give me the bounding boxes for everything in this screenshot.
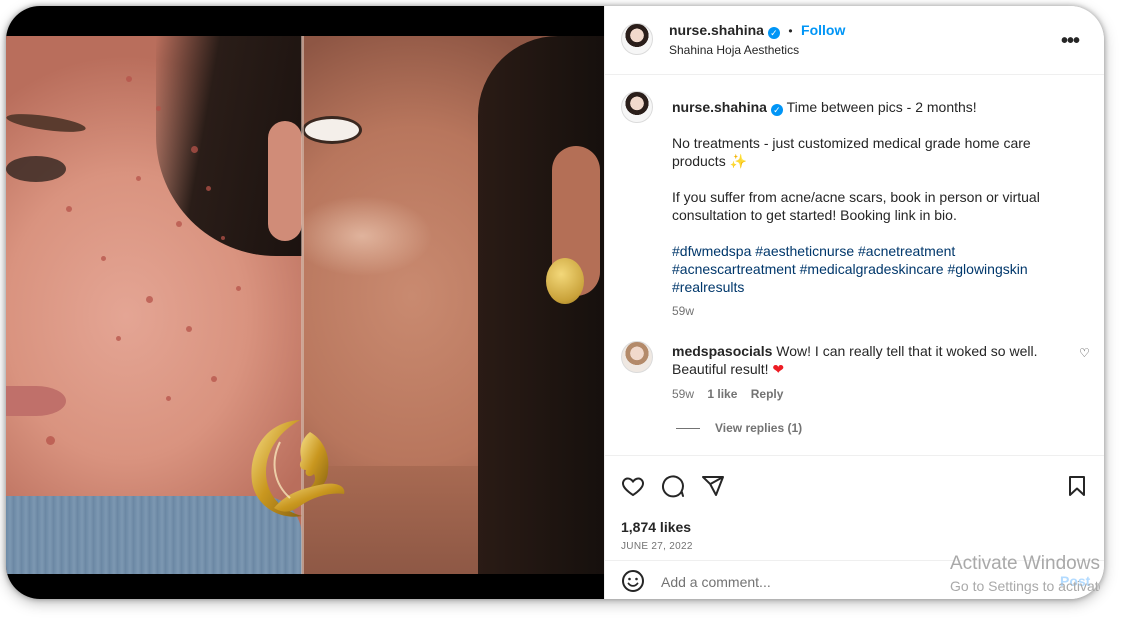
- action-bar: 1,874 likes JUNE 27, 2022: [605, 455, 1104, 561]
- view-replies-button[interactable]: View replies (1): [715, 421, 802, 435]
- post-date[interactable]: JUNE 27, 2022: [621, 541, 693, 552]
- comment-time[interactable]: 59w: [672, 387, 694, 401]
- gold-face-logo-icon: [251, 420, 345, 517]
- caption-line1: nurse.shahina ✓ Time between pics - 2 mon…: [672, 98, 1057, 116]
- red-heart-emoji-icon: ❤: [772, 361, 785, 377]
- hashtags-line1[interactable]: #dfwmedspa #aestheticnurse #acnetreatmen…: [672, 242, 1057, 260]
- save-bookmark-icon[interactable]: [1065, 474, 1089, 498]
- post-panel: nurse.shahina ✓ • Follow Shahina Hoja Aes…: [604, 6, 1104, 599]
- caption-username[interactable]: nurse.shahina: [672, 99, 767, 115]
- comment-likes[interactable]: 1 like: [707, 387, 737, 401]
- like-heart-icon[interactable]: [621, 474, 645, 498]
- caption-avatar[interactable]: [621, 91, 653, 123]
- before-lips: [6, 386, 66, 416]
- verified-badge-icon: ✓: [767, 27, 780, 39]
- after-hair: [478, 36, 604, 574]
- author-avatar[interactable]: [621, 23, 653, 55]
- caption-text-para2: No treatments - just customized medical …: [672, 135, 1031, 169]
- caption-time[interactable]: 59w: [672, 302, 1057, 320]
- hashtags-line3[interactable]: #realresults: [672, 278, 1057, 296]
- commenter-avatar[interactable]: [621, 341, 653, 373]
- separator-dot: •: [788, 24, 793, 38]
- comment-bubble-icon[interactable]: [661, 474, 685, 498]
- before-after-photo: [6, 36, 604, 574]
- verified-badge-icon: ✓: [770, 104, 783, 116]
- sparkle-emoji-icon: ✨: [729, 153, 748, 169]
- post-dialog: nurse.shahina ✓ • Follow Shahina Hoja Aes…: [6, 6, 1104, 599]
- before-ear: [268, 121, 302, 241]
- hashtags-line2[interactable]: #acnescartreatment #medicalgradeskincare…: [672, 260, 1057, 278]
- caption-para3: If you suffer from acne/acne scars, book…: [672, 189, 1040, 223]
- comment-meta: 59w 1 like Reply: [672, 385, 1057, 403]
- emoji-icon[interactable]: [621, 569, 645, 593]
- share-send-icon[interactable]: [701, 474, 725, 498]
- follow-button[interactable]: Follow: [801, 22, 845, 38]
- like-comment-icon[interactable]: ♡: [1079, 346, 1090, 360]
- before-brow: [6, 110, 87, 136]
- location-link[interactable]: Shahina Hoja Aesthetics: [669, 43, 799, 57]
- windows-activation-watermark: Activate Windows Go to Settings to activ…: [950, 553, 1100, 597]
- post-header: nurse.shahina ✓ • Follow Shahina Hoja Aes…: [605, 6, 1104, 75]
- watermark-line2: Go to Settings to activate Windows.: [950, 578, 1100, 594]
- before-eye: [6, 156, 66, 182]
- post-media[interactable]: [6, 6, 604, 599]
- reply-button[interactable]: Reply: [751, 387, 784, 401]
- likes-count[interactable]: 1,874 likes: [621, 519, 691, 535]
- more-options-icon[interactable]: •••: [1061, 30, 1080, 53]
- author-line: nurse.shahina ✓ • Follow: [669, 22, 845, 40]
- comment-input[interactable]: Add a comment...: [661, 574, 771, 590]
- caption-text-line1: Time between pics - 2 months!: [786, 99, 977, 115]
- after-eye: [302, 116, 362, 144]
- caption-para2: No treatments - just customized medical …: [672, 134, 1057, 170]
- comment-body: medspasocials Wow! I can really tell tha…: [672, 342, 1057, 378]
- gold-earring: [546, 258, 584, 304]
- commenter-username[interactable]: medspasocials: [672, 343, 772, 359]
- replies-line: [676, 428, 700, 429]
- caption-area: nurse.shahina ✓ Time between pics - 2 mon…: [605, 74, 1104, 454]
- author-username[interactable]: nurse.shahina: [669, 22, 764, 38]
- watermark-line1: Activate Windows: [950, 553, 1100, 574]
